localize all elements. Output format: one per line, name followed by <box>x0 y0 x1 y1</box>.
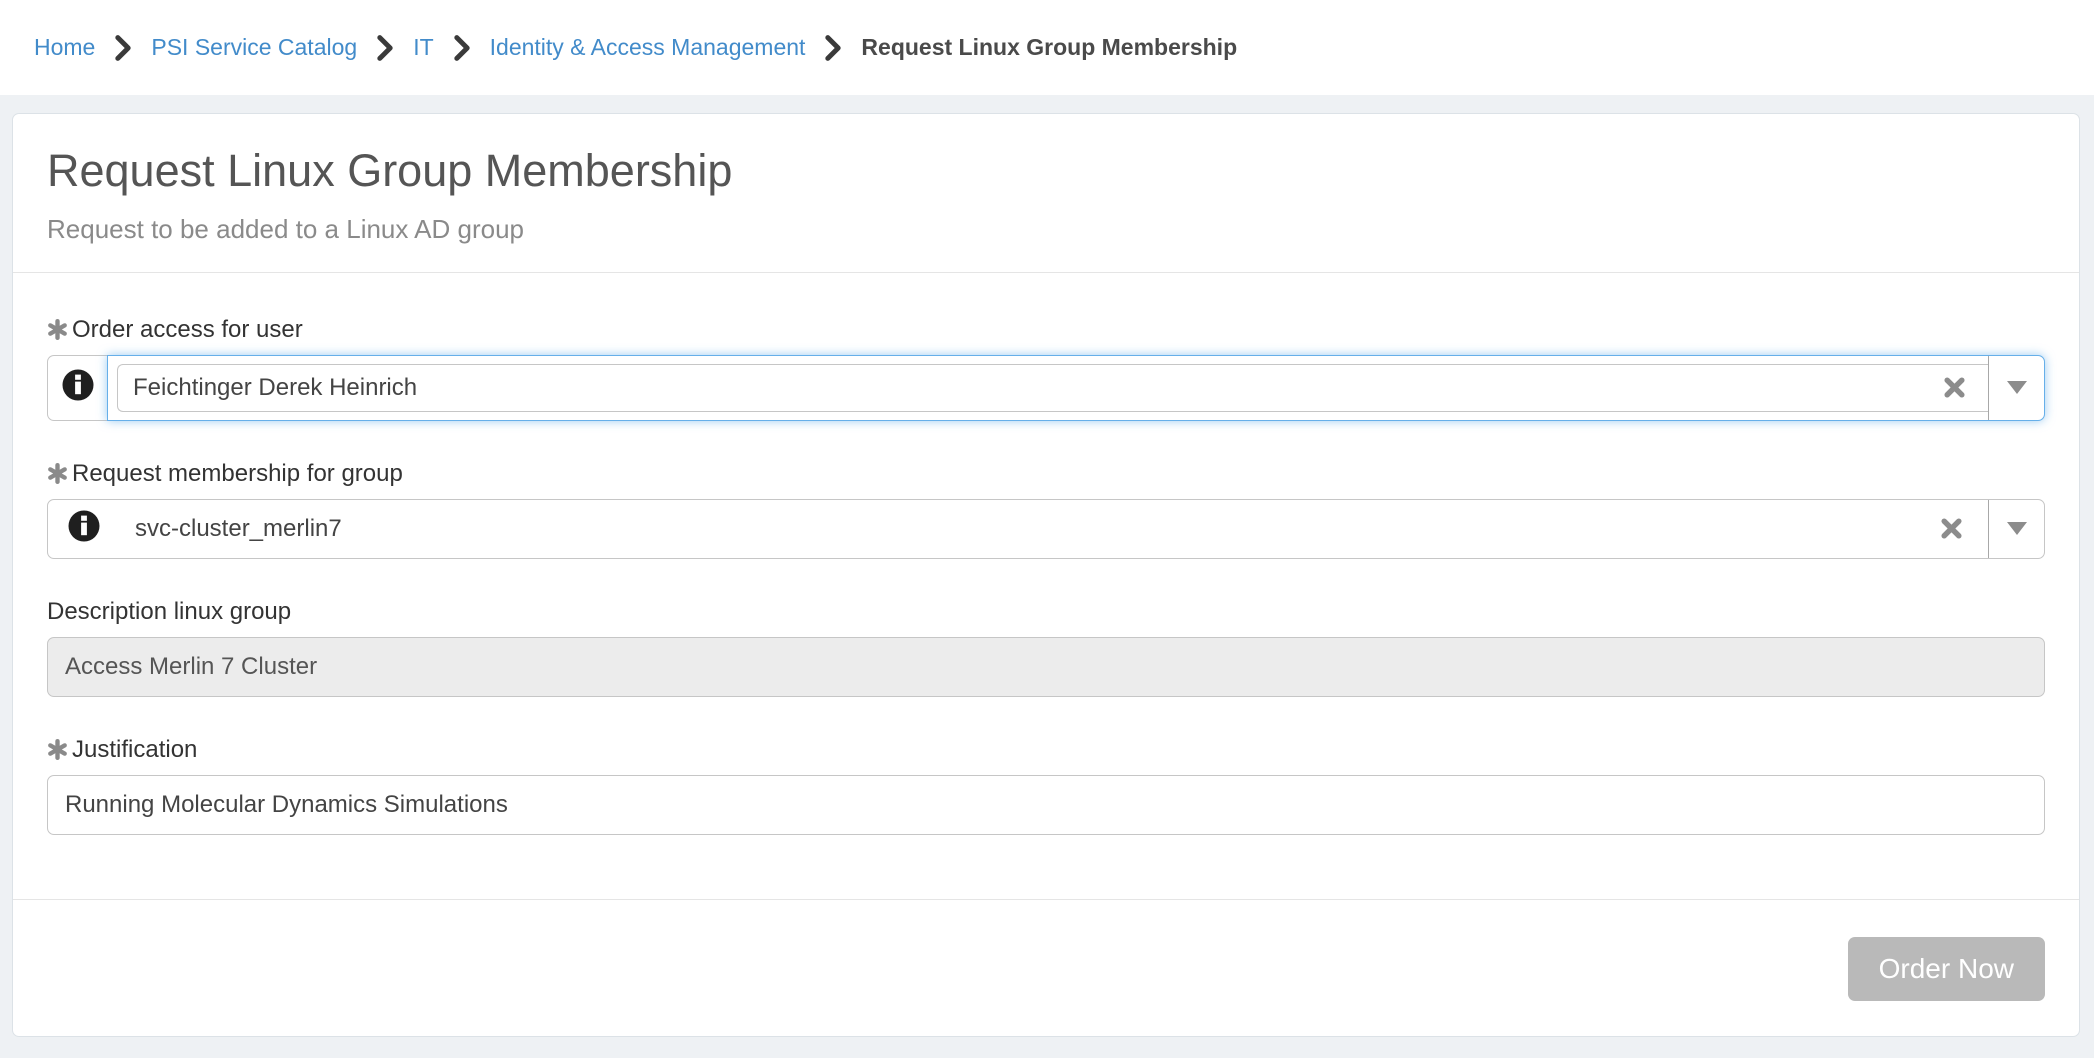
form-body: Order access for user Feichtinger Derek … <box>13 272 2079 900</box>
description-input <box>47 637 2045 697</box>
page-title: Request Linux Group Membership <box>47 145 2045 197</box>
form-footer: Order Now <box>13 900 2079 1036</box>
breadcrumb: Home PSI Service Catalog IT Identity & A… <box>0 0 2094 95</box>
field-label: Justification <box>47 735 2045 765</box>
field-order-access-user: Order access for user Feichtinger Derek … <box>47 315 2045 421</box>
clear-x-icon[interactable] <box>1940 517 1988 540</box>
breadcrumb-link-home[interactable]: Home <box>34 34 95 61</box>
caret-down-icon <box>2007 381 2027 394</box>
selected-user-value: Feichtinger Derek Heinrich <box>133 374 417 402</box>
info-addon[interactable] <box>47 355 107 421</box>
group-select-selection[interactable]: svc-cluster_merlin7 <box>120 500 1988 558</box>
required-asterisk-icon <box>47 739 68 760</box>
field-label: Request membership for group <box>47 459 2045 489</box>
breadcrumb-current: Request Linux Group Membership <box>861 34 1237 61</box>
required-asterisk-icon <box>47 463 68 484</box>
justification-input[interactable] <box>47 775 2045 835</box>
dropdown-toggle[interactable] <box>1989 500 2044 558</box>
field-label-text: Order access for user <box>72 315 303 345</box>
field-label-text: Justification <box>72 735 197 765</box>
breadcrumb-link-identity-access[interactable]: Identity & Access Management <box>490 34 806 61</box>
chevron-right-icon <box>454 35 470 61</box>
selected-group-value: svc-cluster_merlin7 <box>135 515 342 543</box>
order-now-button[interactable]: Order Now <box>1848 937 2045 1001</box>
group-select[interactable]: svc-cluster_merlin7 <box>47 499 2045 559</box>
info-addon[interactable] <box>48 500 120 558</box>
required-asterisk-icon <box>47 319 68 340</box>
field-description-linux-group: Description linux group <box>47 597 2045 697</box>
field-membership-group: Request membership for group svc-cluster… <box>47 459 2045 559</box>
field-label-text: Request membership for group <box>72 459 403 489</box>
clear-x-icon[interactable] <box>1943 376 1988 399</box>
info-circle-icon <box>61 368 95 407</box>
chevron-right-icon <box>825 35 841 61</box>
field-label: Description linux group <box>47 597 2045 627</box>
info-circle-icon <box>67 509 101 548</box>
request-form-card: Request Linux Group Membership Request t… <box>12 113 2080 1037</box>
chevron-right-icon <box>377 35 393 61</box>
user-select[interactable]: Feichtinger Derek Heinrich <box>107 355 2045 421</box>
breadcrumb-link-service-catalog[interactable]: PSI Service Catalog <box>151 34 357 61</box>
dropdown-toggle[interactable] <box>1989 356 2044 420</box>
field-label: Order access for user <box>47 315 2045 345</box>
chevron-right-icon <box>115 35 131 61</box>
user-select-selection[interactable]: Feichtinger Derek Heinrich <box>117 364 1988 412</box>
card-header: Request Linux Group Membership Request t… <box>13 114 2079 272</box>
field-label-text: Description linux group <box>47 597 291 627</box>
field-justification: Justification <box>47 735 2045 835</box>
page-subtitle: Request to be added to a Linux AD group <box>47 214 2045 245</box>
breadcrumb-link-it[interactable]: IT <box>413 34 433 61</box>
page-background: Request Linux Group Membership Request t… <box>0 95 2094 1037</box>
caret-down-icon <box>2007 522 2027 535</box>
